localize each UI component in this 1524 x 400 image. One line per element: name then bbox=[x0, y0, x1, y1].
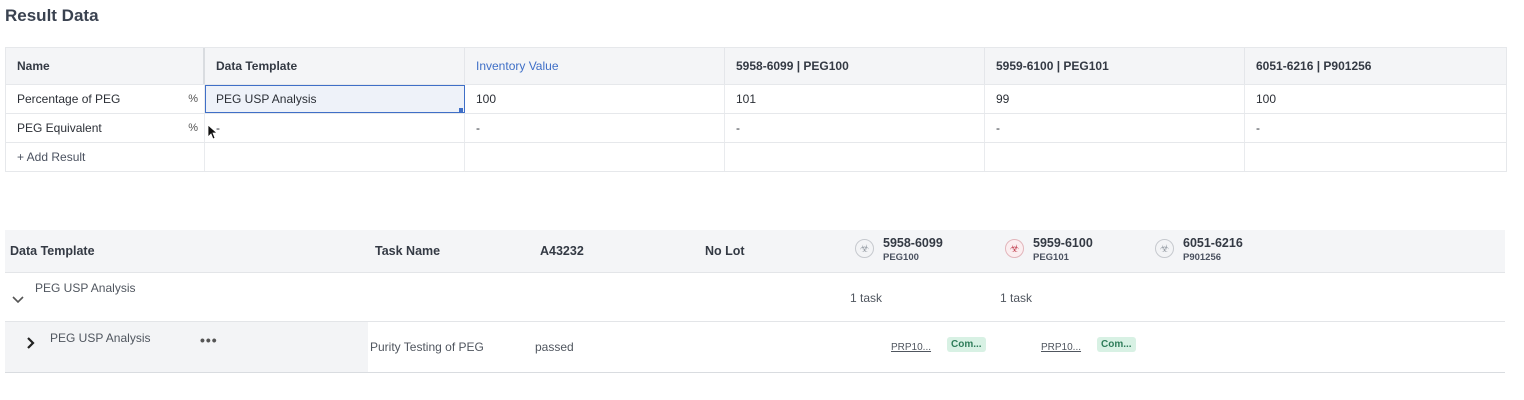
sample-sub: P901256 bbox=[1183, 252, 1222, 263]
task-table: Data Template Task Name A43232 No Lot ☣ … bbox=[5, 230, 1505, 373]
task-count: 1 task bbox=[1000, 291, 1033, 305]
column-header-name[interactable]: Name bbox=[6, 48, 205, 84]
column-header-sample-3[interactable]: 6051-6216 | P901256 bbox=[1245, 48, 1506, 84]
sample-2-value-cell[interactable]: - bbox=[985, 114, 1245, 142]
mouse-cursor-icon bbox=[207, 124, 217, 140]
result-data-grid: Name Data Template Inventory Value 5958-… bbox=[5, 47, 1507, 172]
sample-3-value-cell[interactable]: 100 bbox=[1245, 85, 1506, 113]
column-header-no-lot[interactable]: No Lot bbox=[705, 244, 745, 258]
sample-1-value-cell[interactable]: - bbox=[725, 114, 985, 142]
sample-id: 5959-6100 bbox=[1033, 236, 1093, 250]
sample-id: 5958-6099 bbox=[883, 236, 943, 250]
task-link[interactable]: PRP10... bbox=[1041, 342, 1081, 353]
task-table-header: Data Template Task Name A43232 No Lot ☣ … bbox=[5, 230, 1505, 273]
sample-sub: PEG100 bbox=[883, 252, 919, 263]
column-header-sample-2[interactable]: 5959-6100 | PEG101 bbox=[985, 48, 1245, 84]
table-row: PEG Equivalent % - - - - - bbox=[6, 114, 1506, 143]
item-name: PEG USP Analysis bbox=[50, 331, 151, 345]
inventory-value-cell[interactable]: - bbox=[465, 114, 725, 142]
task-name: Purity Testing of PEG bbox=[370, 340, 484, 354]
sample-3-value-cell[interactable]: - bbox=[1245, 114, 1506, 142]
task-row[interactable]: PEG USP Analysis ••• Purity Testing of P… bbox=[5, 322, 1505, 373]
group-row[interactable]: PEG USP Analysis 1 task 1 task bbox=[5, 273, 1505, 322]
empty-cell bbox=[1245, 143, 1506, 171]
empty-cell bbox=[205, 143, 465, 171]
result-name-cell[interactable]: PEG Equivalent % bbox=[6, 114, 205, 142]
empty-cell bbox=[465, 143, 725, 171]
column-header-sample-1[interactable]: 5958-6099 | PEG100 bbox=[725, 48, 985, 84]
data-template-cell-selected[interactable]: PEG USP Analysis bbox=[205, 85, 465, 113]
biohazard-icon: ☣ bbox=[1005, 239, 1024, 258]
sample-id: 6051-6216 bbox=[1183, 236, 1243, 250]
sample-2-value-cell[interactable]: 99 bbox=[985, 85, 1245, 113]
page-title: Result Data bbox=[5, 6, 99, 25]
biohazard-icon: ☣ bbox=[1155, 239, 1174, 258]
chevron-down-icon[interactable] bbox=[12, 293, 24, 307]
result-name: PEG Equivalent bbox=[17, 121, 102, 135]
empty-cell bbox=[985, 143, 1245, 171]
sample-sub: PEG101 bbox=[1033, 252, 1069, 263]
table-row: Percentage of PEG % PEG USP Analysis 100… bbox=[6, 85, 1506, 114]
unit-label: % bbox=[188, 122, 198, 134]
empty-cell bbox=[725, 143, 985, 171]
result-name: Percentage of PEG bbox=[17, 92, 121, 106]
status-badge: Com... bbox=[947, 337, 986, 352]
sample-header-1[interactable]: ☣ 5958-6099 PEG100 bbox=[855, 236, 943, 265]
task-link[interactable]: PRP10... bbox=[891, 342, 931, 353]
row-highlight bbox=[5, 322, 368, 372]
status-text: passed bbox=[535, 340, 574, 354]
sample-header-2[interactable]: ☣ 5959-6100 PEG101 bbox=[1005, 236, 1093, 265]
task-count: 1 task bbox=[850, 291, 883, 305]
grid-header-row: Name Data Template Inventory Value 5958-… bbox=[6, 47, 1506, 85]
column-header-data-template[interactable]: Data Template bbox=[205, 48, 465, 84]
add-result-button[interactable]: + Add Result bbox=[6, 143, 205, 171]
column-header-inventory-value[interactable]: Inventory Value bbox=[465, 48, 725, 84]
sample-1-value-cell[interactable]: 101 bbox=[725, 85, 985, 113]
inventory-value-cell[interactable]: 100 bbox=[465, 85, 725, 113]
data-template-cell[interactable]: - bbox=[205, 114, 465, 142]
more-options-icon[interactable]: ••• bbox=[200, 332, 218, 348]
add-result-row: + Add Result bbox=[6, 143, 1506, 172]
group-name: PEG USP Analysis bbox=[35, 281, 136, 295]
status-badge: Com... bbox=[1097, 337, 1136, 352]
column-header-a43232[interactable]: A43232 bbox=[540, 244, 584, 258]
unit-label: % bbox=[188, 93, 198, 105]
biohazard-icon: ☣ bbox=[855, 239, 874, 258]
sample-header-3[interactable]: ☣ 6051-6216 P901256 bbox=[1155, 236, 1243, 265]
column-header-data-template[interactable]: Data Template bbox=[10, 244, 95, 258]
chevron-right-icon[interactable] bbox=[26, 336, 36, 355]
result-name-cell[interactable]: Percentage of PEG % bbox=[6, 85, 205, 113]
column-header-task-name[interactable]: Task Name bbox=[375, 244, 440, 258]
